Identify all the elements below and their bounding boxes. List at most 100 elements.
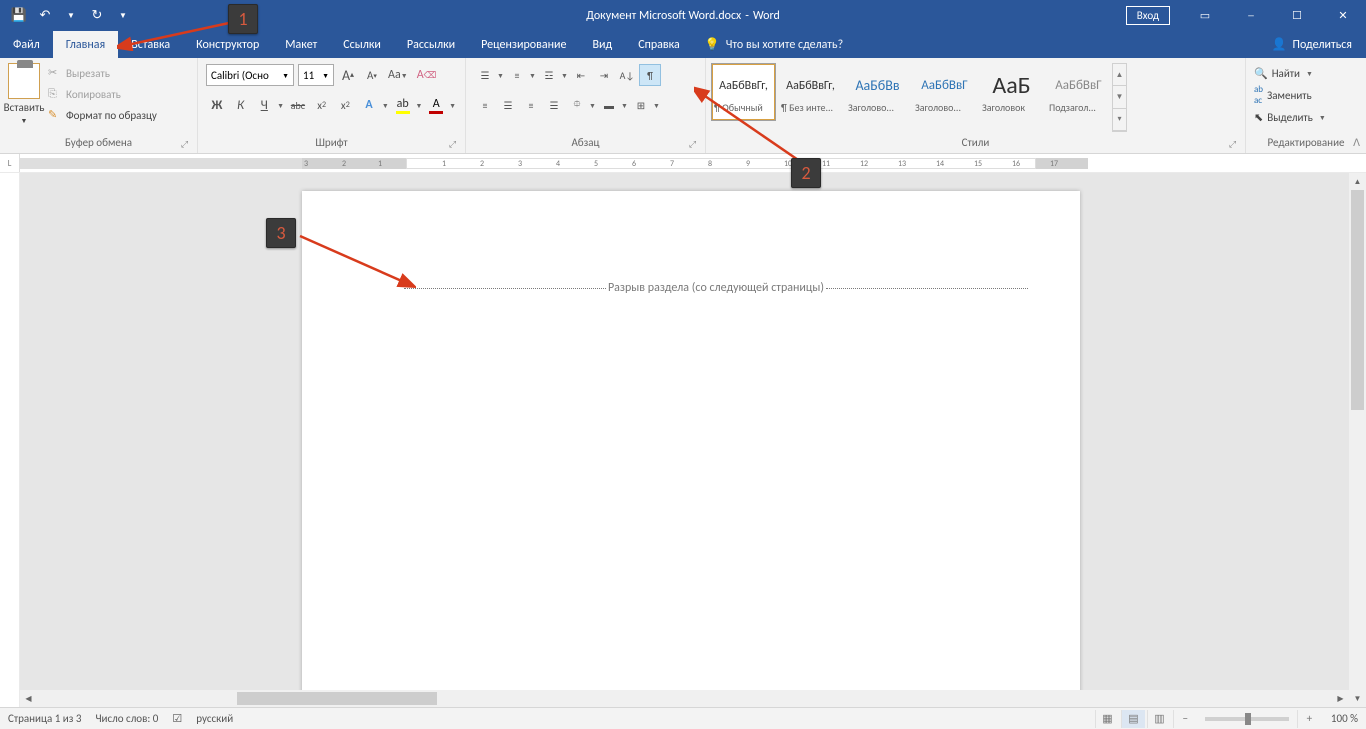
highlight-dropdown[interactable]: ▼ xyxy=(416,101,424,110)
redo-icon[interactable]: ↻ xyxy=(86,5,108,27)
subscript-button[interactable]: x2 xyxy=(311,94,333,116)
tab-review[interactable]: Рецензирование xyxy=(468,31,579,58)
group-label-font: Шрифт xyxy=(315,136,347,149)
superscript-button[interactable]: x2 xyxy=(334,94,356,116)
zoom-level[interactable]: 100 % xyxy=(1331,712,1358,725)
styles-more-icon[interactable]: ▾ xyxy=(1113,109,1126,131)
tell-me-search[interactable]: 💡 Что вы хотите сделать? xyxy=(705,31,843,58)
multilevel-button[interactable]: ☲ xyxy=(538,64,560,86)
close-button[interactable]: ✕ xyxy=(1320,1,1366,31)
style-item-2[interactable]: АаБбВвЗаголово... xyxy=(845,63,910,121)
styles-down-icon[interactable]: ▼ xyxy=(1113,86,1126,108)
italic-button[interactable]: К xyxy=(230,94,252,116)
scroll-right-icon[interactable]: ▶ xyxy=(1332,690,1349,707)
align-right-button[interactable]: ≡ xyxy=(520,94,542,116)
clear-formatting-button[interactable]: A⌫ xyxy=(415,64,439,86)
style-item-3[interactable]: АаБбВвГЗаголово... xyxy=(912,63,977,121)
text-effects-button[interactable]: A xyxy=(358,94,380,116)
view-web-icon[interactable]: ▥ xyxy=(1147,710,1171,728)
copy-icon: ⎘ xyxy=(48,87,62,101)
signin-button[interactable]: Вход xyxy=(1126,6,1170,25)
status-page[interactable]: Страница 1 из 3 xyxy=(8,712,81,725)
show-marks-button[interactable]: ¶ xyxy=(639,64,661,86)
hscroll-thumb[interactable] xyxy=(237,692,437,705)
bold-button[interactable]: Ж xyxy=(206,94,228,116)
grow-font-button[interactable]: A▴ xyxy=(338,64,358,86)
font-size-combo[interactable]: 11▼ xyxy=(298,64,334,86)
align-center-button[interactable]: ☰ xyxy=(497,94,519,116)
borders-button[interactable]: ⊞ xyxy=(630,94,652,116)
status-word-count[interactable]: Число слов: 0 xyxy=(95,712,158,725)
bullets-button[interactable]: ☰ xyxy=(474,64,496,86)
scroll-left-icon[interactable]: ◀ xyxy=(20,690,37,707)
scroll-thumb[interactable] xyxy=(1351,190,1364,410)
collapse-ribbon-icon[interactable]: ᐱ xyxy=(1353,136,1360,149)
select-button[interactable]: ⬉Выделить▼ xyxy=(1254,107,1327,127)
highlight-button[interactable]: ab xyxy=(392,94,414,116)
cut-button[interactable]: ✂ Вырезать xyxy=(48,63,157,83)
tab-view[interactable]: Вид xyxy=(579,31,625,58)
font-color-button[interactable]: A xyxy=(425,94,447,116)
undo-icon[interactable]: ↶ xyxy=(34,5,56,27)
styles-up-icon[interactable]: ▲ xyxy=(1113,64,1126,86)
ruler-corner[interactable]: L xyxy=(0,154,20,172)
tab-home[interactable]: Главная xyxy=(53,31,118,58)
brush-icon: ✎ xyxy=(48,108,62,122)
save-icon[interactable]: 💾 xyxy=(8,5,30,27)
shading-button[interactable]: ▬ xyxy=(598,94,620,116)
tab-file[interactable]: Файл xyxy=(0,31,53,58)
vertical-ruler[interactable] xyxy=(0,173,20,707)
zoom-out-button[interactable]: − xyxy=(1173,710,1197,728)
share-icon: 👤 xyxy=(1272,37,1287,52)
horizontal-ruler[interactable]: L 3211234567891011121314151617 xyxy=(0,154,1366,173)
tab-references[interactable]: Ссылки xyxy=(330,31,394,58)
align-left-button[interactable]: ≡ xyxy=(474,94,496,116)
styles-scroll[interactable]: ▲ ▼ ▾ xyxy=(1112,63,1127,132)
font-name-combo[interactable]: Calibri (Осно▼ xyxy=(206,64,294,86)
shrink-font-button[interactable]: A▾ xyxy=(362,64,382,86)
numbering-button[interactable]: ≡ xyxy=(506,64,528,86)
paste-button[interactable]: Вставить ▼ xyxy=(4,61,44,134)
view-print-icon[interactable]: ▤ xyxy=(1121,710,1145,728)
find-button[interactable]: 🔍Найти▼ xyxy=(1254,63,1327,83)
underline-button[interactable]: Ч xyxy=(253,94,275,116)
clipboard-launcher-icon[interactable]: ⤢ xyxy=(178,138,191,151)
vertical-scrollbar[interactable]: ▲ ▼ xyxy=(1349,173,1366,707)
minimize-button[interactable]: ─ xyxy=(1228,1,1274,31)
style-item-5[interactable]: АаБбВвГПодзагол... xyxy=(1046,63,1111,121)
decrease-indent-button[interactable]: ⇤ xyxy=(570,64,592,86)
format-painter-button[interactable]: ✎ Формат по образцу xyxy=(48,105,157,125)
copy-button[interactable]: ⎘ Копировать xyxy=(48,84,157,104)
increase-indent-button[interactable]: ⇥ xyxy=(593,64,615,86)
zoom-slider[interactable] xyxy=(1205,717,1289,721)
style-item-4[interactable]: АаБЗаголовок xyxy=(979,63,1044,121)
line-spacing-button[interactable]: ⯐ xyxy=(566,94,588,116)
status-proofing-icon[interactable]: ☑ xyxy=(172,712,182,725)
justify-button[interactable]: ☰ xyxy=(543,94,565,116)
font-color-dropdown[interactable]: ▼ xyxy=(449,101,457,110)
change-case-button[interactable]: Aa▼ xyxy=(386,64,411,86)
view-read-icon[interactable]: ▦ xyxy=(1095,710,1119,728)
underline-dropdown[interactable]: ▼ xyxy=(277,101,285,110)
strike-button[interactable]: abc xyxy=(287,94,309,116)
ribbon-display-icon[interactable]: ▭ xyxy=(1182,1,1228,31)
tab-mailings[interactable]: Рассылки xyxy=(394,31,468,58)
scroll-down-icon[interactable]: ▼ xyxy=(1349,690,1366,707)
horizontal-scrollbar[interactable]: ◀ ▶ xyxy=(20,690,1349,707)
maximize-button[interactable]: ☐ xyxy=(1274,1,1320,31)
zoom-in-button[interactable]: + xyxy=(1297,710,1321,728)
tab-layout[interactable]: Макет xyxy=(272,31,330,58)
quick-access-toolbar: 💾 ↶ ▼ ↻ ▼ xyxy=(0,5,134,27)
arrow-3 xyxy=(296,232,416,292)
font-launcher-icon[interactable]: ⤢ xyxy=(446,138,459,151)
sort-button[interactable]: A↓ xyxy=(616,64,638,86)
tab-help[interactable]: Справка xyxy=(625,31,693,58)
status-language[interactable]: русский xyxy=(196,712,233,725)
undo-dropdown-icon[interactable]: ▼ xyxy=(60,5,82,27)
effects-dropdown[interactable]: ▼ xyxy=(382,101,390,110)
replace-button[interactable]: abacЗаменить xyxy=(1254,85,1327,105)
styles-launcher-icon[interactable]: ⤢ xyxy=(1226,138,1239,151)
page[interactable]: Разрыв раздела (со следующей страницы) xyxy=(302,191,1080,707)
share-button[interactable]: 👤 Поделиться xyxy=(1258,31,1366,58)
scroll-up-icon[interactable]: ▲ xyxy=(1349,173,1366,190)
